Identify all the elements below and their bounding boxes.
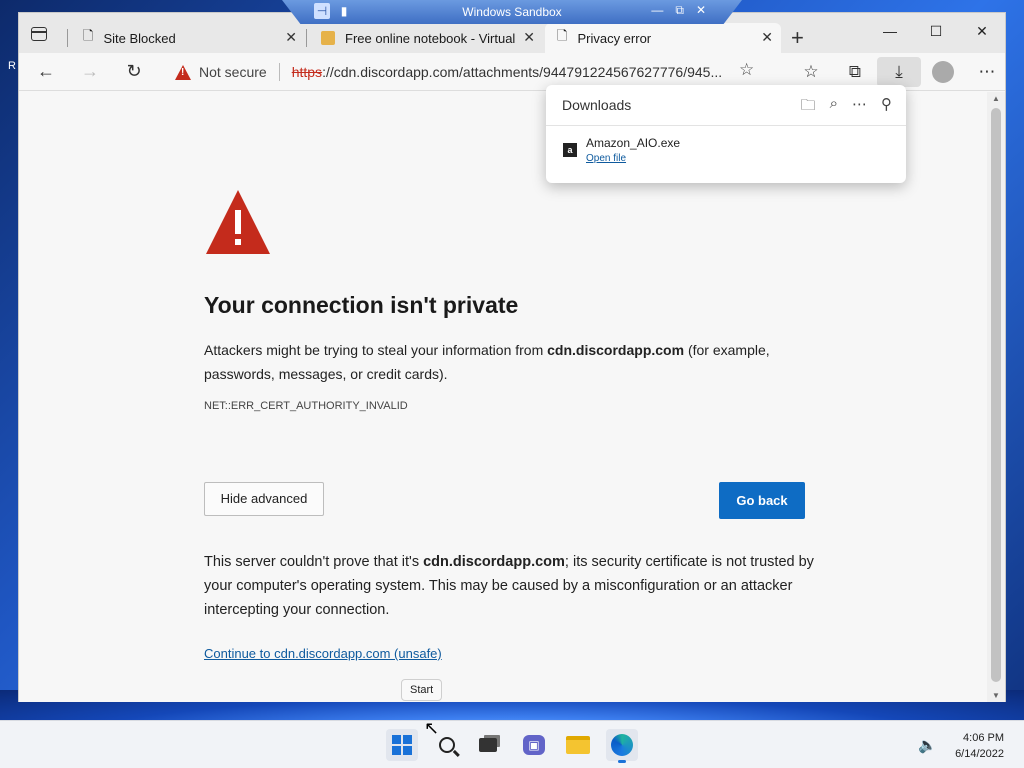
tab-label: Free online notebook - Virtual N [345, 30, 515, 46]
search-icon[interactable]: ⌕ [830, 95, 838, 120]
error-code: NET::ERR_CERT_AUTHORITY_INVALID [204, 400, 408, 412]
downloads-divider [546, 125, 906, 126]
system-clock[interactable]: 4:06 PM 6/14/2022 [948, 730, 1004, 762]
task-view-icon [479, 738, 497, 752]
tab-separator [306, 29, 307, 47]
desktop-partial-text: R [8, 60, 16, 72]
search-icon [439, 737, 455, 753]
back-arrow-icon[interactable]: ← [35, 61, 57, 82]
running-indicator [618, 760, 626, 763]
notebook-icon [321, 31, 335, 45]
tab-label: Privacy error [577, 30, 652, 46]
forward-arrow-icon[interactable]: → [79, 61, 101, 82]
hide-advanced-button[interactable]: Hide advanced [204, 482, 324, 516]
more-options-icon[interactable]: ⋯ [852, 95, 867, 120]
collections-icon[interactable]: ⧉ [833, 62, 877, 82]
new-tab-icon[interactable]: + [791, 25, 804, 51]
downloads-icon[interactable]: ⤓ [877, 57, 921, 87]
start-tooltip: Start [401, 679, 443, 701]
minimize-icon[interactable]: — [867, 13, 913, 49]
scroll-down-icon[interactable]: ▼ [987, 691, 1005, 700]
minimize-icon[interactable]: — [651, 3, 663, 18]
domain-name: cdn.discordapp.com [547, 342, 685, 358]
close-icon[interactable]: ✕ [696, 3, 706, 18]
chat-button[interactable]: ▣ [518, 729, 550, 761]
restore-icon[interactable]: ⧉ [675, 3, 684, 18]
start-button[interactable] [386, 729, 418, 761]
address-bar[interactable]: Not secure https ://cdn.discordapp.com/a… [163, 57, 763, 87]
url-text: ://cdn.discordapp.com/attachments/944791… [322, 64, 723, 80]
folder-icon [566, 736, 590, 754]
refresh-icon[interactable]: ↻ [123, 61, 145, 82]
windows-logo-icon [392, 735, 412, 755]
privacy-error-icon: 🗋 [557, 28, 568, 43]
downloads-flyout: Downloads 🗀 ⌕ ⋯ ⚲ a Amazon_AIO.exe Open … [546, 85, 906, 183]
tab-actions-icon[interactable] [31, 27, 47, 41]
volume-icon[interactable]: 🔈 [918, 736, 937, 754]
close-icon[interactable]: ✕ [761, 29, 773, 46]
error-page: Your connection isn't private Attackers … [19, 92, 989, 702]
close-icon[interactable]: ✕ [523, 29, 535, 46]
downloads-header-icons: 🗀 ⌕ ⋯ ⚲ [801, 95, 892, 120]
warning-icon [175, 64, 191, 80]
tab-privacy-error[interactable]: 🗋 Privacy error ✕ [545, 23, 781, 53]
window-controls: — ☐ ✕ [867, 13, 1005, 49]
favorites-icon[interactable]: ☆ [789, 62, 833, 82]
close-icon[interactable]: ✕ [285, 29, 297, 46]
maximize-icon[interactable]: ☐ [913, 13, 959, 49]
folder-icon[interactable]: 🗀 [801, 95, 816, 120]
warning-triangle-icon [206, 190, 270, 254]
tab-site-blocked[interactable]: 🗋 Site Blocked ✕ [71, 23, 305, 53]
chat-icon: ▣ [523, 735, 545, 755]
tab-separator [67, 29, 68, 47]
pin-icon[interactable]: ⚲ [881, 95, 892, 120]
scroll-up-icon[interactable]: ▲ [987, 94, 1005, 103]
edge-button[interactable] [606, 729, 638, 763]
edge-icon [611, 734, 633, 756]
address-separator [278, 63, 280, 81]
domain-name: cdn.discordapp.com [423, 554, 565, 570]
taskbar: ▣ 🔈 4:06 PM 6/14/2022 [0, 720, 1024, 768]
continue-unsafe-link[interactable]: Continue to cdn.discordapp.com (unsafe) [204, 646, 442, 661]
clock-date: 6/14/2022 [955, 748, 1004, 760]
url-scheme: https [291, 64, 323, 80]
more-options-icon[interactable]: ⋯ [965, 62, 1009, 82]
open-file-link[interactable]: Open file [586, 153, 626, 164]
downloads-title: Downloads [562, 97, 632, 113]
sandbox-controls: — ⧉ ✕ [651, 3, 706, 18]
sandbox-title-bar: ⊣ ▮ Windows Sandbox — ⧉ ✕ [282, 0, 742, 24]
profile-icon[interactable] [921, 61, 965, 83]
scroll-thumb[interactable] [991, 108, 1001, 682]
clock-time: 4:06 PM [963, 732, 1004, 744]
go-back-button[interactable]: Go back [719, 482, 805, 519]
task-view-button[interactable] [472, 729, 504, 761]
close-window-icon[interactable]: ✕ [959, 13, 1005, 49]
tab-label: Site Blocked [103, 30, 176, 46]
page-title: Your connection isn't private [204, 292, 519, 318]
file-explorer-button[interactable] [562, 729, 594, 761]
download-filename[interactable]: Amazon_AIO.exe [586, 136, 680, 150]
mouse-cursor-icon: ↖ [424, 718, 440, 738]
add-favorite-icon[interactable]: ☆ [739, 60, 754, 80]
page-scrollbar[interactable]: ▲ ▼ [987, 92, 1005, 702]
document-icon: 🗋 [83, 28, 94, 43]
advanced-description: This server couldn't prove that it's cdn… [204, 554, 814, 618]
error-description: Attackers might be trying to steal your … [204, 342, 770, 382]
security-label[interactable]: Not secure [199, 64, 267, 80]
tab-notebook[interactable]: Free online notebook - Virtual N ✕ [309, 23, 543, 53]
amazon-file-icon: a [563, 143, 577, 157]
